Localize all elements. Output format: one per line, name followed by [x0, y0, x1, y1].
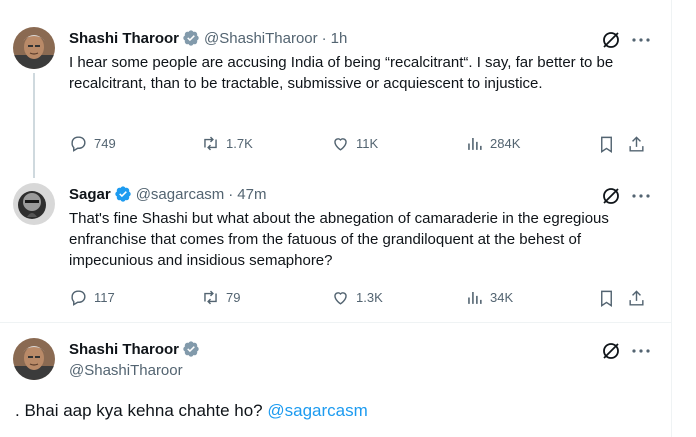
bookmark-icon[interactable] — [597, 289, 616, 308]
thread-line — [33, 73, 35, 178]
views-icon — [468, 137, 482, 150]
author-handle[interactable]: @ShashiTharoor — [204, 30, 318, 47]
views-count: 284K — [490, 136, 521, 151]
bookmark-icon[interactable] — [597, 135, 616, 154]
reply-count: 117 — [94, 290, 115, 305]
more-icon[interactable] — [630, 340, 652, 362]
author-name[interactable]: Sagar — [69, 186, 111, 203]
like-icon — [334, 138, 347, 151]
separator-dot: · — [321, 29, 327, 47]
like-button[interactable]: 1.3K — [331, 288, 383, 307]
author-name[interactable]: Shashi Tharoor — [69, 30, 179, 47]
avatar[interactable] — [13, 27, 55, 69]
author-handle[interactable]: @sagarcasm — [136, 186, 225, 203]
like-count: 1.3K — [356, 290, 383, 305]
views-count: 34K — [490, 290, 514, 305]
tweet-header: Sagar @sagarcasm · 47m — [69, 183, 266, 205]
retweet-icon — [204, 290, 217, 305]
tweet-text: I hear some people are accusing India of… — [69, 54, 614, 92]
tweet-header: Shashi Tharoor — [69, 338, 200, 360]
verified-badge-icon — [182, 340, 200, 358]
more-icon[interactable] — [630, 185, 652, 207]
tweet-text: That's fine Shashi but what about the ab… — [69, 210, 609, 269]
views-button[interactable]: 34K — [465, 288, 513, 307]
like-count: 11K — [356, 136, 379, 151]
timestamp[interactable]: 47m — [237, 186, 266, 203]
avatar[interactable] — [13, 183, 55, 225]
retweet-count: 79 — [226, 290, 241, 305]
action-bar: 117 79 1.3K 34K — [69, 288, 649, 310]
reply-icon — [71, 290, 86, 306]
mention-link[interactable]: @sagarcasm — [267, 401, 367, 420]
right-border — [671, 0, 672, 437]
tweet-header: Shashi Tharoor @ShashiTharoor · 1h — [69, 27, 347, 49]
tweet-1[interactable]: Shashi Tharoor @ShashiTharoor · 1h I hea… — [0, 0, 671, 178]
share-icon[interactable] — [627, 289, 646, 308]
author-handle[interactable]: @ShashiTharoor — [69, 362, 183, 379]
reply-icon — [71, 136, 86, 152]
tweet-text-body: . Bhai aap kya kehna chahte ho? — [15, 401, 268, 420]
like-button[interactable]: 11K — [331, 134, 378, 153]
retweet-count: 1.7K — [226, 136, 253, 151]
views-button[interactable]: 284K — [465, 134, 520, 153]
grok-icon[interactable] — [600, 340, 622, 362]
focused-tweet[interactable]: Shashi Tharoor @ShashiTharoor . Bhai aap… — [0, 323, 671, 437]
grok-icon[interactable] — [600, 185, 622, 207]
tweet-text: . Bhai aap kya kehna chahte ho? @sagarca… — [15, 401, 368, 421]
timestamp[interactable]: 1h — [331, 30, 348, 47]
reply-count: 749 — [94, 136, 116, 151]
retweet-button[interactable]: 79 — [201, 288, 240, 307]
verified-badge-icon — [182, 29, 200, 47]
separator-dot: · — [228, 185, 234, 203]
reply-button[interactable]: 749 — [69, 134, 116, 153]
action-bar: 749 1.7K 11K 284K — [69, 134, 649, 156]
reply-button[interactable]: 117 — [69, 288, 115, 307]
verified-badge-icon — [114, 185, 132, 203]
share-icon[interactable] — [627, 135, 646, 154]
retweet-icon — [204, 136, 217, 151]
views-icon — [468, 291, 482, 304]
grok-icon[interactable] — [600, 29, 622, 51]
avatar[interactable] — [13, 338, 55, 380]
more-icon[interactable] — [630, 29, 652, 51]
retweet-button[interactable]: 1.7K — [201, 134, 253, 153]
tweet-2[interactable]: Sagar @sagarcasm · 47m That's fine Shash… — [0, 174, 671, 324]
author-name[interactable]: Shashi Tharoor — [69, 341, 179, 358]
like-icon — [334, 292, 347, 305]
